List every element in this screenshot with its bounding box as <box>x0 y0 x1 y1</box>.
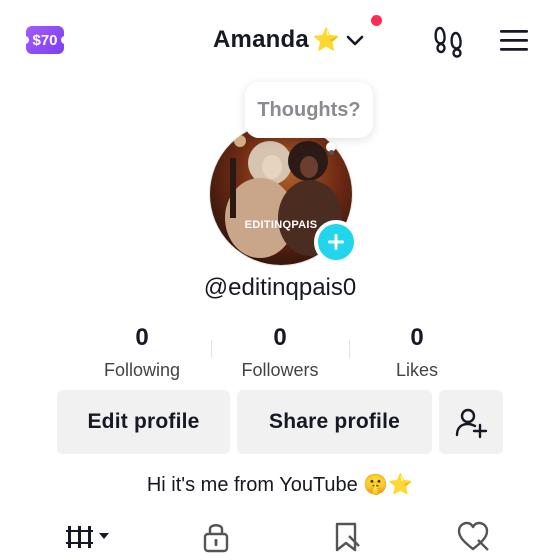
lock-icon <box>203 524 229 553</box>
account-name: Amanda <box>213 26 309 53</box>
notification-dot <box>371 15 382 26</box>
following-label: Following <box>103 360 181 380</box>
footprints-icon[interactable] <box>432 24 466 58</box>
plus-icon <box>328 234 344 250</box>
account-switcher[interactable]: Amanda ⭐ <box>213 22 366 58</box>
add-friend-icon <box>455 408 488 439</box>
stat-divider <box>349 340 350 358</box>
share-profile-button[interactable]: Share profile <box>237 390 432 454</box>
add-avatar-button[interactable] <box>314 220 358 264</box>
coin-balance-label: $70 <box>32 31 58 49</box>
thoughts-bubble[interactable]: Thoughts? <box>245 82 373 138</box>
liked-icon <box>457 521 489 551</box>
tab-private[interactable] <box>146 514 286 560</box>
coin-balance-badge[interactable]: $70 <box>23 26 67 54</box>
bubble-tail-dot-small <box>329 150 334 155</box>
edit-profile-button[interactable]: Edit profile <box>57 390 230 454</box>
stat-following[interactable]: 0 Following <box>82 324 202 381</box>
stat-divider <box>211 340 212 358</box>
share-profile-label: Share profile <box>269 410 400 433</box>
edit-profile-label: Edit profile <box>87 410 200 433</box>
followers-label: Followers <box>241 360 319 380</box>
tab-saved[interactable] <box>276 514 416 560</box>
likes-label: Likes <box>395 360 439 380</box>
chevron-down-icon <box>346 35 364 46</box>
followers-count: 0 <box>273 324 287 351</box>
stat-likes[interactable]: 0 Likes <box>357 324 477 381</box>
stat-followers[interactable]: 0 Followers <box>220 324 340 381</box>
videos-grid-icon <box>66 526 109 548</box>
thoughts-placeholder: Thoughts? <box>257 98 361 121</box>
tab-videos[interactable] <box>20 514 160 560</box>
username: @editinqpais0 <box>203 274 357 301</box>
add-friend-button[interactable] <box>439 390 503 454</box>
star-emoji: ⭐ <box>312 27 341 52</box>
profile-bio: Hi it's me from YouTube 🤫⭐ <box>146 474 414 496</box>
hamburger-menu-icon[interactable] <box>498 26 532 56</box>
tab-liked[interactable] <box>404 514 544 560</box>
likes-count: 0 <box>410 324 424 351</box>
following-count: 0 <box>135 324 149 351</box>
saved-icon <box>335 522 360 552</box>
